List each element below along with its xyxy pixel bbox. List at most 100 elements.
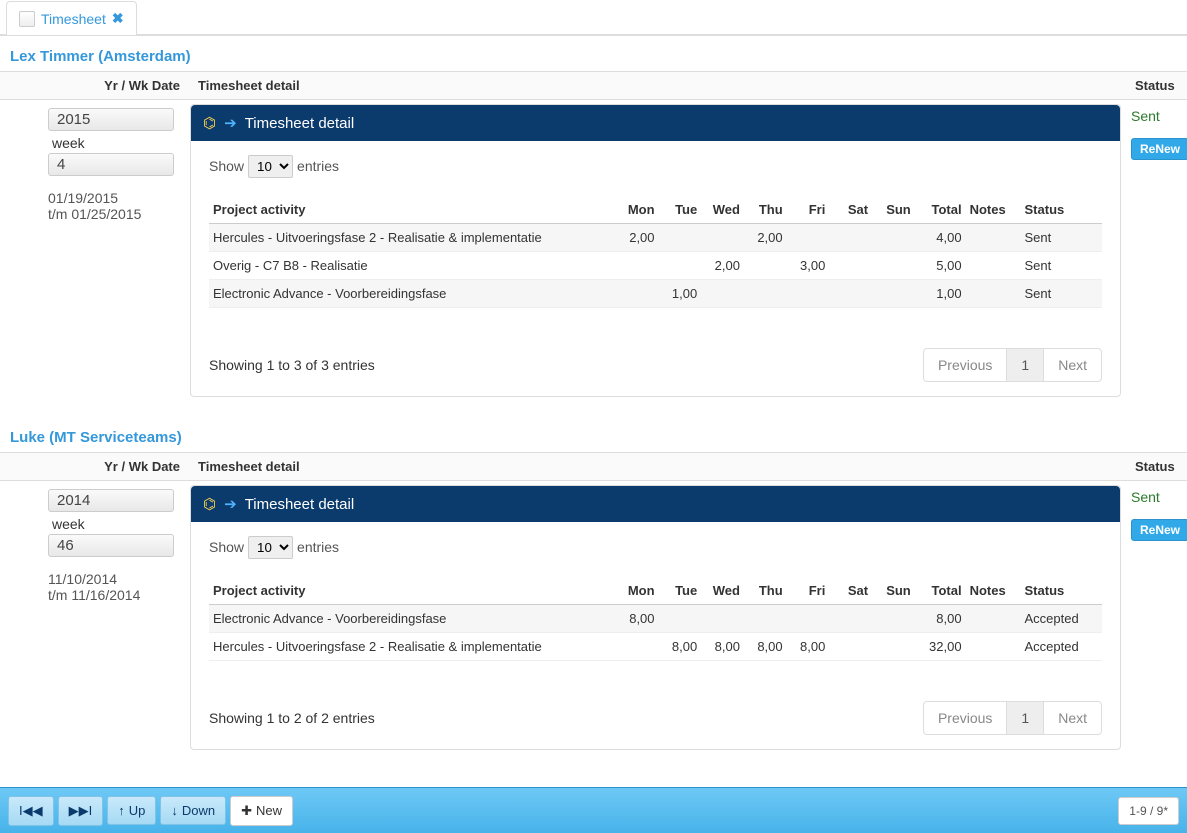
- th-wed[interactable]: Wed: [701, 577, 744, 605]
- pager-next[interactable]: Next: [1044, 702, 1101, 734]
- cell-sat: [829, 280, 872, 308]
- th-status[interactable]: Status: [1021, 577, 1102, 605]
- up-label: Up: [129, 803, 146, 818]
- th-activity[interactable]: Project activity: [209, 196, 616, 224]
- th-sat[interactable]: Sat: [829, 196, 872, 224]
- th-total[interactable]: Total: [915, 196, 966, 224]
- timesheet-record: 2014week4611/10/2014t/m 11/16/2014⌬➔Time…: [0, 481, 1187, 770]
- cell-activity: Overig - C7 B8 - Realisatie: [209, 252, 616, 280]
- status-value: Sent: [1131, 108, 1183, 124]
- table-row[interactable]: Electronic Advance - Voorbereidingsfase8…: [209, 605, 1102, 633]
- cell-status: Accepted: [1021, 605, 1102, 633]
- new-button[interactable]: ✚ New: [230, 796, 293, 826]
- close-icon[interactable]: ✖: [112, 10, 124, 27]
- cell-notes: [966, 633, 1021, 661]
- cell-notes: [966, 280, 1021, 308]
- pager-page-1[interactable]: 1: [1007, 349, 1044, 381]
- th-fri[interactable]: Fri: [787, 577, 830, 605]
- date-to: t/m 01/25/2015: [48, 206, 180, 222]
- renew-button[interactable]: ReNew: [1131, 138, 1187, 160]
- th-notes[interactable]: Notes: [966, 196, 1021, 224]
- tab-timesheet[interactable]: Timesheet ✖: [6, 1, 137, 35]
- cell-sun: [872, 280, 915, 308]
- cell-total: 1,00: [915, 280, 966, 308]
- status-value: Sent: [1131, 489, 1183, 505]
- up-button[interactable]: ↑ Up: [107, 796, 156, 825]
- table-row[interactable]: Electronic Advance - Voorbereidingsfase1…: [209, 280, 1102, 308]
- pager-prev[interactable]: Previous: [924, 349, 1007, 381]
- table-row[interactable]: Hercules - Uitvoeringsfase 2 - Realisati…: [209, 224, 1102, 252]
- week-chip[interactable]: 4: [48, 153, 174, 176]
- activity-table: Project activityMonTueWedThuFriSatSunTot…: [209, 577, 1102, 661]
- th-thu[interactable]: Thu: [744, 196, 787, 224]
- pager-page-1[interactable]: 1: [1007, 702, 1044, 734]
- year-chip[interactable]: 2015: [48, 108, 174, 131]
- panel-header: ⌬➔Timesheet detail: [191, 486, 1120, 522]
- showing-info: Showing 1 to 3 of 3 entries: [209, 357, 375, 373]
- th-fri[interactable]: Fri: [787, 196, 830, 224]
- cell-mon: 2,00: [616, 224, 659, 252]
- down-button[interactable]: ↓ Down: [160, 796, 226, 825]
- content-area: Lex Timmer (Amsterdam)Yr / Wk DateTimesh…: [0, 35, 1187, 777]
- table-row[interactable]: Overig - C7 B8 - Realisatie2,003,005,00S…: [209, 252, 1102, 280]
- cell-tue: 8,00: [659, 633, 702, 661]
- panel-body: Show10entries Project activityMonTueWedTh…: [191, 141, 1120, 396]
- detail-column: ⌬➔Timesheet detailShow10entriesProject a…: [190, 481, 1127, 750]
- pager-next[interactable]: Next: [1044, 349, 1101, 381]
- th-mon[interactable]: Mon: [616, 196, 659, 224]
- cell-sat: [829, 633, 872, 661]
- down-label: Down: [182, 803, 215, 818]
- cell-thu: 8,00: [744, 633, 787, 661]
- cell-thu: [744, 605, 787, 633]
- date-from: 01/19/2015: [48, 190, 180, 206]
- cell-sat: [829, 224, 872, 252]
- th-mon[interactable]: Mon: [616, 577, 659, 605]
- last-button[interactable]: ▶▶I: [58, 796, 104, 826]
- first-icon: I◀◀: [19, 803, 43, 819]
- year-chip[interactable]: 2014: [48, 489, 174, 512]
- th-wed[interactable]: Wed: [701, 196, 744, 224]
- entries-select[interactable]: 10: [248, 536, 293, 559]
- renew-button[interactable]: ReNew: [1131, 519, 1187, 541]
- user-header[interactable]: Lex Timmer (Amsterdam): [0, 36, 1187, 71]
- pager-prev[interactable]: Previous: [924, 702, 1007, 734]
- col-yr-wk: Yr / Wk Date: [0, 72, 190, 99]
- cell-fri: [787, 605, 830, 633]
- th-tue[interactable]: Tue: [659, 196, 702, 224]
- arrow-right-icon: ➔: [224, 114, 237, 132]
- bottom-toolbar: I◀◀ ▶▶I ↑Up ↓Down ✚New 1-9 / 9*: [0, 787, 1187, 833]
- arrow-down-icon: ↓: [171, 803, 178, 818]
- th-status[interactable]: Status: [1021, 196, 1102, 224]
- user-header[interactable]: Luke (MT Serviceteams): [0, 417, 1187, 452]
- cell-wed: 2,00: [701, 252, 744, 280]
- cell-wed: 8,00: [701, 633, 744, 661]
- th-sun[interactable]: Sun: [872, 577, 915, 605]
- detail-column: ⌬➔Timesheet detailShow10entriesProject a…: [190, 100, 1127, 397]
- cell-status: Sent: [1021, 252, 1102, 280]
- cell-notes: [966, 224, 1021, 252]
- date-to: t/m 11/16/2014: [48, 587, 180, 603]
- th-total[interactable]: Total: [915, 577, 966, 605]
- cell-sun: [872, 605, 915, 633]
- cell-fri: 8,00: [787, 633, 830, 661]
- th-thu[interactable]: Thu: [744, 577, 787, 605]
- week-chip[interactable]: 46: [48, 534, 174, 557]
- cell-thu: [744, 252, 787, 280]
- entries-select[interactable]: 10: [248, 155, 293, 178]
- cell-thu: 2,00: [744, 224, 787, 252]
- th-activity[interactable]: Project activity: [209, 577, 616, 605]
- th-sun[interactable]: Sun: [872, 196, 915, 224]
- plus-icon: ✚: [241, 803, 252, 819]
- cell-fri: 3,00: [787, 252, 830, 280]
- first-button[interactable]: I◀◀: [8, 796, 54, 826]
- th-tue[interactable]: Tue: [659, 577, 702, 605]
- entries-selector: Show10entries: [209, 155, 1102, 178]
- table-footer: Showing 1 to 2 of 2 entriesPrevious1Next: [209, 701, 1102, 735]
- panel-title: Timesheet detail: [245, 496, 355, 513]
- columns-header: Yr / Wk DateTimesheet detailStatus: [0, 452, 1187, 481]
- new-label: New: [256, 803, 282, 818]
- table-row[interactable]: Hercules - Uitvoeringsfase 2 - Realisati…: [209, 633, 1102, 661]
- th-sat[interactable]: Sat: [829, 577, 872, 605]
- th-notes[interactable]: Notes: [966, 577, 1021, 605]
- arrow-up-icon: ↑: [118, 803, 125, 818]
